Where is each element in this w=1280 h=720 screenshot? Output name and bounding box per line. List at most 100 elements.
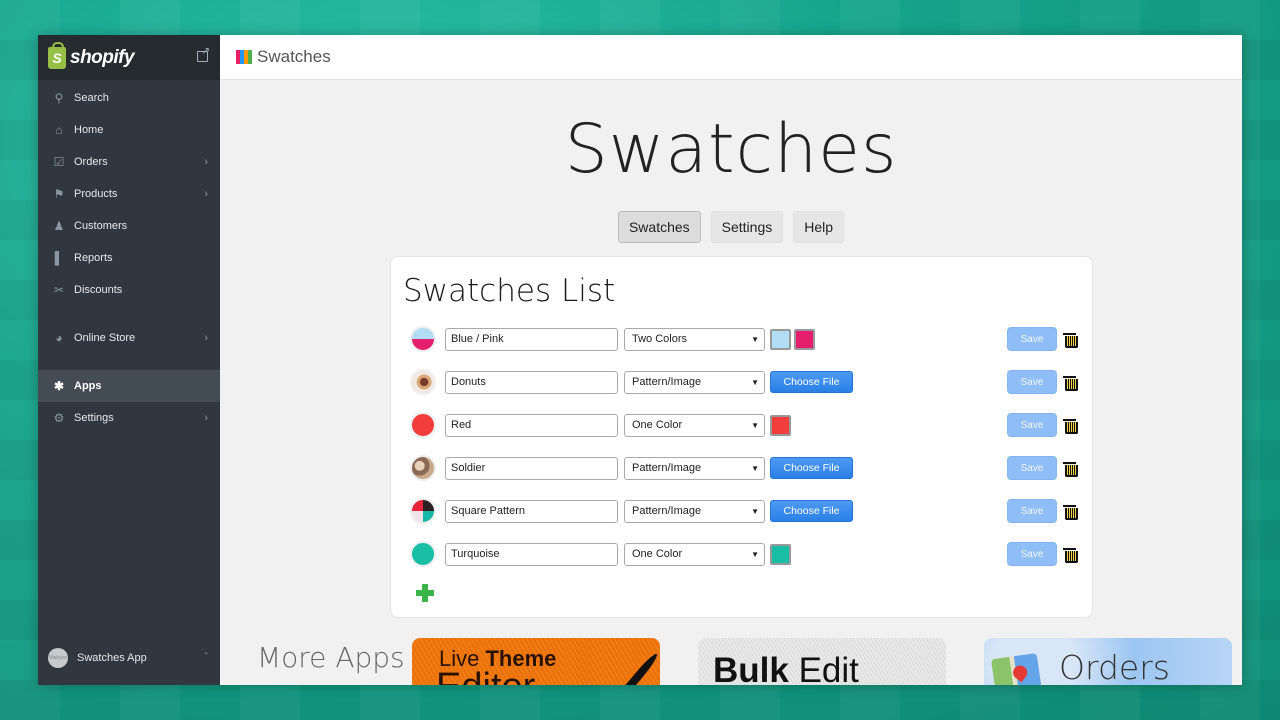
select-value: Two Colors: [632, 333, 688, 345]
sidebar-item-customers[interactable]: ♟ Customers: [38, 210, 220, 242]
dropdown-arrow-icon: ▼: [751, 377, 759, 387]
main-content: Swatches Swatches Swatches Settings Help…: [220, 35, 1242, 685]
sidebar-item-apps[interactable]: ✱ Apps: [38, 370, 220, 402]
swatch-name-input[interactable]: [445, 499, 618, 523]
quill-icon: [620, 651, 660, 685]
swatch-preview: [410, 455, 436, 481]
swatch-type-select[interactable]: Pattern/Image ▼: [624, 456, 765, 480]
swatch-row: One Color ▼ Save: [391, 541, 1092, 567]
search-icon: ⚲: [54, 91, 64, 105]
color-picker-1[interactable]: [770, 328, 791, 350]
tag-icon: ⚑: [53, 187, 65, 201]
choose-file-button[interactable]: Choose File: [770, 371, 853, 393]
swatch-row: Pattern/Image ▼ Choose File Save: [391, 498, 1092, 524]
swatch-name-input[interactable]: [445, 327, 618, 351]
swatch-preview: [410, 541, 436, 567]
globe-icon: ◕: [55, 331, 63, 345]
dropdown-arrow-icon: ▼: [751, 506, 759, 516]
chevron-right-icon: ›: [204, 332, 208, 344]
save-button[interactable]: Save: [1007, 327, 1057, 351]
promo-live-theme-editor[interactable]: Live Theme Editor: [412, 638, 660, 685]
swatch-name-input[interactable]: [445, 542, 618, 566]
save-button[interactable]: Save: [1007, 542, 1057, 566]
trash-icon[interactable]: [1063, 332, 1078, 348]
promo-title-bold: Bulk: [713, 651, 789, 685]
dropdown-arrow-icon: ▼: [751, 334, 759, 344]
swatch-row: Pattern/Image ▼ Choose File Save: [391, 369, 1092, 395]
sidebar-item-reports[interactable]: ▌ Reports: [38, 242, 220, 274]
dropdown-arrow-icon: ▼: [751, 420, 759, 430]
bar-chart-icon: ▌: [54, 251, 64, 265]
external-link-icon[interactable]: [197, 46, 210, 62]
swatch-type-select[interactable]: One Color ▼: [624, 413, 765, 437]
trash-icon[interactable]: [1063, 375, 1078, 391]
discount-icon: ✂: [53, 283, 65, 297]
swatches-list-card: Swatches List Two Colors ▼ Save Pattern/I…: [390, 256, 1093, 618]
select-value: One Color: [632, 419, 683, 431]
swatch-name-input[interactable]: [445, 456, 618, 480]
swatch-type-select[interactable]: Pattern/Image ▼: [624, 499, 765, 523]
customers-icon: ♟: [53, 219, 65, 233]
sidebar-item-online-store[interactable]: ◕ Online Store ›: [38, 322, 220, 354]
save-button[interactable]: Save: [1007, 413, 1057, 437]
sidebar-item-label: Search: [74, 92, 109, 104]
swatch-type-select[interactable]: One Color ▼: [624, 542, 765, 566]
swatches-app-logo-icon: [236, 50, 252, 64]
color-picker-1[interactable]: [770, 543, 791, 565]
puzzle-icon: ✱: [53, 379, 65, 393]
page-title: Swatches: [564, 110, 898, 189]
swatch-preview: [410, 369, 436, 395]
trash-icon[interactable]: [1063, 418, 1078, 434]
swatch-row: Two Colors ▼ Save: [391, 326, 1092, 352]
swatch-type-select[interactable]: Two Colors ▼: [624, 327, 765, 351]
save-button[interactable]: Save: [1007, 499, 1057, 523]
select-value: Pattern/Image: [632, 505, 702, 517]
trash-icon[interactable]: [1063, 504, 1078, 520]
add-swatch-plus-icon[interactable]: [416, 584, 434, 602]
save-button[interactable]: Save: [1007, 456, 1057, 480]
promo-title-light: Edit: [788, 651, 859, 685]
color-picker-2[interactable]: [794, 328, 815, 350]
sidebar-item-settings[interactable]: ⚙ Settings ›: [38, 402, 220, 434]
select-value: Pattern/Image: [632, 462, 702, 474]
promo-orders-map[interactable]: Orders Map: [984, 638, 1232, 685]
map-pin-icon: [1010, 662, 1030, 683]
app-title: Swatches: [257, 47, 331, 66]
orders-icon: ☑: [53, 155, 65, 169]
store-account-menu[interactable]: Webyze Swatches App ˆ: [38, 630, 220, 685]
save-button[interactable]: Save: [1007, 370, 1057, 394]
chevron-right-icon: ›: [204, 156, 208, 168]
swatch-preview: [410, 412, 436, 438]
home-icon: ⌂: [55, 123, 63, 137]
swatch-type-select[interactable]: Pattern/Image ▼: [624, 370, 765, 394]
swatches-list-title: Swatches List: [403, 273, 616, 309]
chevron-right-icon: ›: [204, 412, 208, 424]
tab-swatches[interactable]: Swatches: [617, 211, 701, 243]
sidebar-item-search[interactable]: ⚲ Search: [38, 82, 220, 114]
dropdown-arrow-icon: ▼: [751, 463, 759, 473]
sidebar-item-products[interactable]: ⚑ Products ›: [38, 178, 220, 210]
select-value: One Color: [632, 548, 683, 560]
trash-icon[interactable]: [1063, 547, 1078, 563]
shopify-bag-icon: S: [48, 41, 66, 69]
sidebar-item-discounts[interactable]: ✂ Discounts: [38, 274, 220, 306]
color-picker-1[interactable]: [770, 414, 791, 436]
promo-bulk-edit[interactable]: Bulk Edit: [698, 638, 946, 685]
dropdown-arrow-icon: ▼: [751, 549, 759, 559]
sidebar-nav: ⚲ Search ⌂ Home ☑ Orders › ⚑ Products › …: [38, 80, 220, 434]
shopify-admin-window: S shopify ⚲ Search ⌂ Home ☑ Orders › ⚑ P…: [38, 35, 1242, 685]
trash-icon[interactable]: [1063, 461, 1078, 477]
sidebar-item-label: Orders: [74, 156, 108, 168]
tab-settings[interactable]: Settings: [710, 211, 784, 243]
choose-file-button[interactable]: Choose File: [770, 500, 853, 522]
choose-file-button[interactable]: Choose File: [770, 457, 853, 479]
promo-title: Orders Map: [1059, 648, 1170, 685]
tab-help[interactable]: Help: [793, 211, 845, 243]
sidebar-item-label: Customers: [74, 220, 128, 232]
sidebar-item-orders[interactable]: ☑ Orders ›: [38, 146, 220, 178]
app-tabs: Swatches Settings Help: [220, 211, 1242, 243]
sidebar-item-label: Reports: [74, 252, 113, 264]
sidebar-item-home[interactable]: ⌂ Home: [38, 114, 220, 146]
swatch-name-input[interactable]: [445, 370, 618, 394]
swatch-name-input[interactable]: [445, 413, 618, 437]
